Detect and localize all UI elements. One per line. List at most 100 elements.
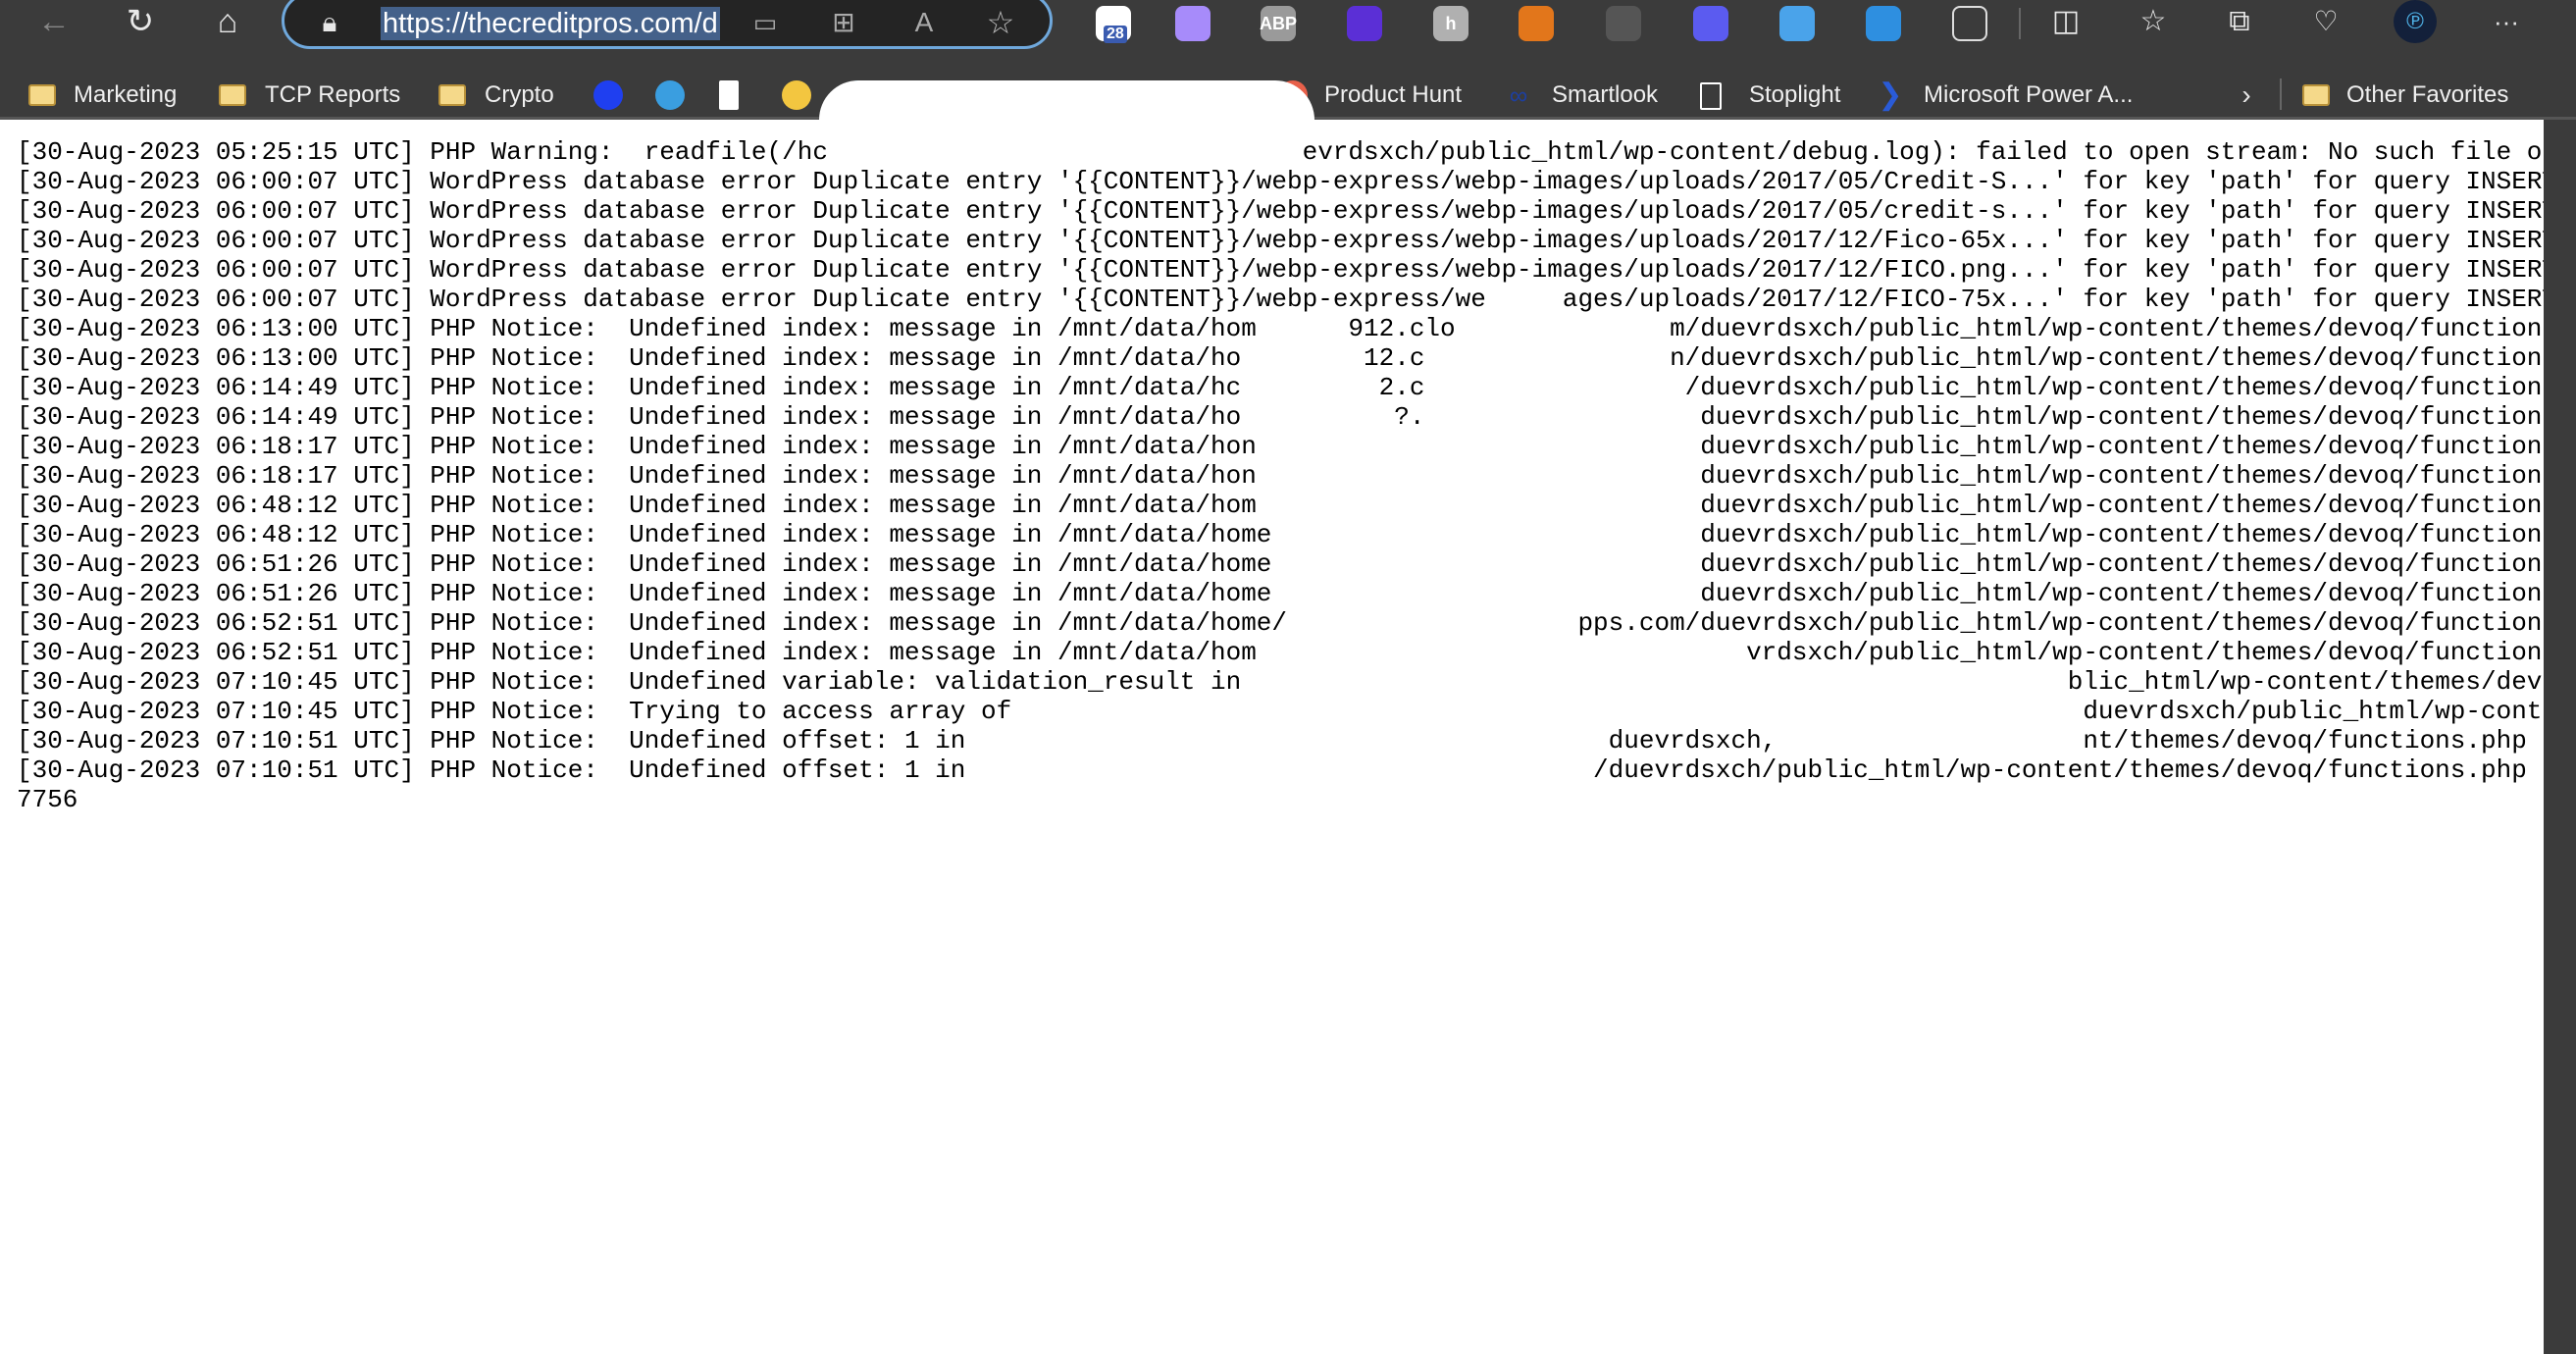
window-icon[interactable] [1779, 6, 1815, 41]
scrollbar[interactable] [2544, 120, 2576, 1354]
log-line: [30-Aug-2023 05:25:15 UTC] PHP Warning: … [17, 137, 2544, 167]
log-text: [30-Aug-2023 05:25:15 UTC] PHP Warning: … [17, 137, 828, 167]
log-line: [30-Aug-2023 06:13:00 UTC] PHP Notice: U… [17, 343, 2544, 373]
refresh-icon[interactable]: ↻ [116, 2, 165, 41]
log-line: [30-Aug-2023 06:18:17 UTC] PHP Notice: U… [17, 461, 2544, 491]
ghost-icon[interactable] [1175, 6, 1211, 41]
log-line: [30-Aug-2023 06:51:26 UTC] PHP Notice: U… [17, 579, 2544, 608]
log-line: [30-Aug-2023 07:10:45 UTC] PHP Notice: T… [17, 697, 2544, 726]
bookmark-stoplight[interactable]: Stoplight [1749, 78, 1840, 112]
log-line: [30-Aug-2023 06:00:07 UTC] WordPress dat… [17, 196, 2544, 226]
bookmark-smartlook[interactable]: Smartlook [1552, 78, 1658, 112]
log-line: [30-Aug-2023 06:14:49 UTC] PHP Notice: U… [17, 402, 2544, 432]
log-text: [30-Aug-2023 06:00:07 UTC] WordPress dat… [17, 285, 1486, 314]
log-text: [30-Aug-2023 06:18:17 UTC] PHP Notice: U… [17, 461, 1257, 491]
log-line: [30-Aug-2023 06:00:07 UTC] WordPress dat… [17, 285, 2544, 314]
bookmark-folder-tcp-reports[interactable]: TCP Reports [265, 78, 400, 112]
log-text: evrdsxch/public_html/wp-content/debug.lo… [1302, 137, 2544, 167]
log-text: [30-Aug-2023 06:00:07 UTC] WordPress dat… [17, 196, 2544, 226]
purple-blocks-icon[interactable] [1347, 6, 1382, 41]
more-icon[interactable]: ··· [2482, 2, 2531, 41]
smartlook-icon: ∞ [1509, 80, 1528, 110]
bookmark-gradient-icon[interactable] [782, 80, 811, 110]
log-text: [30-Aug-2023 06:48:12 UTC] PHP Notice: U… [17, 520, 1272, 549]
log-text: [30-Aug-2023 06:48:12 UTC] PHP Notice: U… [17, 491, 1257, 520]
puzzle-icon[interactable] [1952, 6, 1987, 41]
log-text: [30-Aug-2023 06:52:51 UTC] PHP Notice: U… [17, 608, 1288, 638]
log-line: [30-Aug-2023 06:14:49 UTC] PHP Notice: U… [17, 373, 2544, 402]
browser-health-icon[interactable]: ♡ [2301, 2, 2350, 41]
log-line: [30-Aug-2023 06:52:51 UTC] PHP Notice: U… [17, 638, 2544, 667]
bookmark-blue-circle-icon[interactable] [593, 80, 623, 110]
read-aloud-icon[interactable]: A [904, 5, 944, 40]
bookmark-microsoft-power-automate[interactable]: Microsoft Power A... [1924, 78, 2133, 112]
log-text: 7756 [17, 785, 78, 814]
star-icon[interactable]: ☆ [981, 5, 1020, 40]
log-line: [30-Aug-2023 06:00:07 UTC] WordPress dat… [17, 255, 2544, 285]
bookmark-product-hunt[interactable]: Product Hunt [1324, 78, 1462, 112]
profile-logo-icon[interactable]: ℗ [2394, 0, 2437, 43]
log-text: nt/themes/devoq/functions.php ( [2083, 726, 2544, 755]
log-text: ages/uploads/2017/12/FICO-75x...' for ke… [1562, 285, 2544, 314]
chevron-right-icon[interactable]: › [2232, 80, 2261, 110]
log-text: [30-Aug-2023 06:00:07 UTC] WordPress dat… [17, 255, 2544, 285]
log-text: vrdsxch/public_html/wp-content/themes/de… [1746, 638, 2544, 667]
extension-label: h [1445, 14, 1457, 33]
log-text: blic_html/wp-content/themes/devo [2067, 667, 2544, 697]
bookmark-other-favorites[interactable]: Other Favorites [2346, 78, 2508, 112]
log-text: [30-Aug-2023 07:10:45 UTC] PHP Notice: U… [17, 667, 1242, 697]
log-text: 2.c [1378, 373, 1425, 402]
apps-icon[interactable]: ⊞ [824, 5, 863, 40]
redaction-mark [819, 80, 1314, 139]
log-line: [30-Aug-2023 06:00:07 UTC] WordPress dat… [17, 167, 2544, 196]
log-line: [30-Aug-2023 06:48:12 UTC] PHP Notice: U… [17, 491, 2544, 520]
log-text: duevrdsxch/public_html/wp-content/themes… [1700, 432, 2544, 461]
collections-icon[interactable]: ⧉ [2215, 2, 2264, 41]
document-icon [1700, 82, 1722, 110]
log-text: duevrdsxch/public_html/wp-conte [2083, 697, 2544, 726]
device-icon[interactable]: ▭ [746, 5, 785, 40]
log-line: [30-Aug-2023 06:48:12 UTC] PHP Notice: U… [17, 520, 2544, 549]
folder-icon [28, 84, 56, 106]
bookmark-salesforce-icon[interactable] [655, 80, 685, 110]
power-automate-icon: ❯ [1878, 78, 1903, 111]
metamask-fox-icon[interactable] [1519, 6, 1554, 41]
log-text: /duevrdsxch/public_html/wp-content/theme… [1684, 373, 2544, 402]
log-text: duevrdsxch/public_html/wp-content/themes… [1700, 549, 2544, 579]
badge-count: 28 [1104, 26, 1127, 43]
bookmark-t-icon[interactable] [719, 80, 739, 110]
log-line: [30-Aug-2023 06:52:51 UTC] PHP Notice: U… [17, 608, 2544, 638]
log-text: [30-Aug-2023 06:13:00 UTC] PHP Notice: U… [17, 343, 1242, 373]
log-text: [30-Aug-2023 07:10:45 UTC] PHP Notice: T… [17, 697, 1012, 726]
favorites-icon[interactable]: ☆ [2129, 2, 2178, 41]
bookmark-folder-marketing[interactable]: Marketing [74, 78, 177, 112]
log-text: duevrdsxch/public_html/wp-content/themes… [1700, 461, 2544, 491]
bookmark-folder-crypto[interactable]: Crypto [485, 78, 554, 112]
log-line: [30-Aug-2023 06:13:00 UTC] PHP Notice: U… [17, 314, 2544, 343]
calendar-icon[interactable]: 28 [1096, 6, 1131, 43]
back-arrow-icon[interactable]: ← [29, 2, 78, 41]
lock-icon[interactable]: 🔒︎ [312, 5, 347, 40]
recycle-icon[interactable] [1606, 6, 1641, 41]
home-icon[interactable]: ⌂ [203, 2, 252, 41]
log-line: [30-Aug-2023 07:10:51 UTC] PHP Notice: U… [17, 726, 2544, 755]
log-line: [30-Aug-2023 06:00:07 UTC] WordPress dat… [17, 226, 2544, 255]
log-line: [30-Aug-2023 06:51:26 UTC] PHP Notice: U… [17, 549, 2544, 579]
browser-toolbar: ← ↻ ⌂ 🔒︎ https://thecreditpros.com/d ▭ ⊞… [0, 0, 2576, 69]
h-icon[interactable]: h [1433, 6, 1468, 41]
blue-circle-icon[interactable] [1693, 6, 1728, 41]
split-screen-icon[interactable]: ◫ [2041, 2, 2090, 41]
url-text[interactable]: https://thecreditpros.com/d [381, 7, 720, 40]
log-text: [30-Aug-2023 06:13:00 UTC] PHP Notice: U… [17, 314, 1257, 343]
log-text: [30-Aug-2023 06:52:51 UTC] PHP Notice: U… [17, 638, 1257, 667]
folder-icon [438, 84, 466, 106]
log-text: m/duevrdsxch/public_html/wp-content/them… [1670, 314, 2544, 343]
address-bar[interactable]: 🔒︎ https://thecreditpros.com/d ▭ ⊞ A ☆ [282, 0, 1053, 49]
debug-log-text: [30-Aug-2023 05:25:15 UTC] PHP Warning: … [17, 137, 2544, 1354]
folder-icon [2302, 84, 2330, 106]
salesforce-icon[interactable] [1866, 6, 1901, 41]
log-text: [30-Aug-2023 06:14:49 UTC] PHP Notice: U… [17, 373, 1242, 402]
log-text: ?. [1394, 402, 1425, 432]
adblock-plus-icon[interactable]: ABP [1260, 6, 1297, 41]
log-text: [30-Aug-2023 06:00:07 UTC] WordPress dat… [17, 226, 2544, 255]
